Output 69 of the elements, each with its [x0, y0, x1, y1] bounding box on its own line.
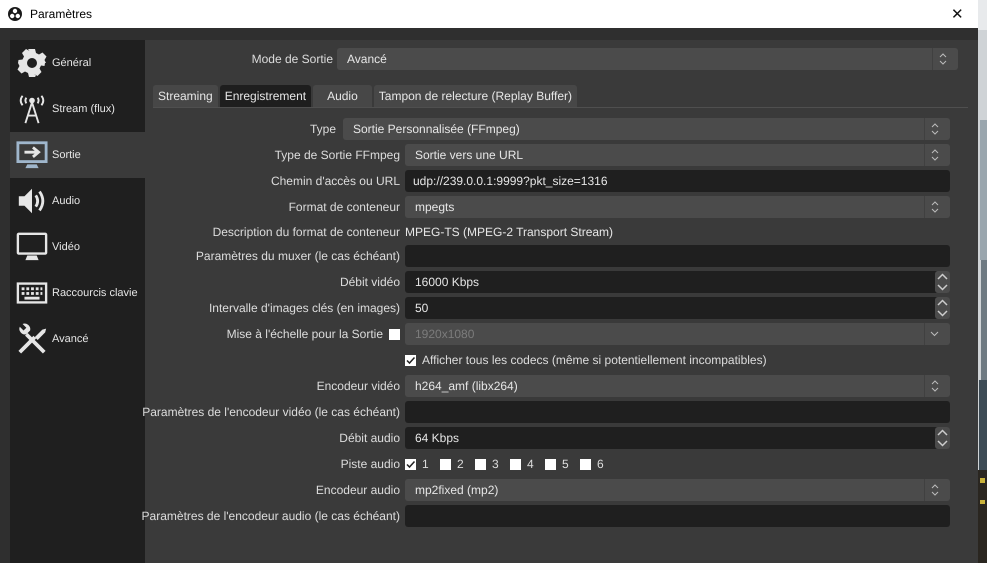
sidebar-item[interactable]: Audio	[10, 178, 145, 224]
checkbox[interactable]	[440, 458, 451, 470]
field-label: Format de conteneur	[288, 200, 400, 214]
tools-icon	[16, 322, 48, 356]
field-label: Paramètres de l'encodeur vidéo (le cas échéant)	[142, 405, 400, 419]
field-label: Piste audio	[340, 457, 400, 471]
dropdown[interactable]: Avancé	[337, 48, 958, 70]
checkbox[interactable]	[405, 354, 416, 366]
sidebar-item[interactable]: Vidéo	[10, 224, 145, 270]
number-field[interactable]: 50	[405, 297, 950, 319]
field-label: Débit vidéo	[340, 275, 400, 289]
dropdown[interactable]: Sortie vers une URL	[405, 144, 950, 166]
field-label: Mode de Sortie	[252, 52, 333, 66]
up-down-arrows-icon	[938, 53, 946, 65]
sidebar-item[interactable]: Général	[10, 40, 145, 86]
up-down-arrows-icon	[930, 123, 938, 135]
gear-icon	[16, 47, 48, 79]
field-label: Encodeur audio	[316, 483, 400, 497]
field-label: Intervalle d'images clés (en images)	[208, 301, 400, 315]
field-value: MPEG-TS (MPEG-2 Transport Stream)	[405, 224, 614, 238]
sidebar-item[interactable]: Raccourcis clavie	[10, 270, 145, 316]
checkbox-label: 4	[527, 457, 534, 471]
checkbox-label: 1	[422, 457, 429, 471]
up-down-arrows-icon	[930, 149, 938, 161]
checkbox-label: 3	[492, 457, 499, 471]
field-label: Description du format de conteneur	[212, 224, 400, 238]
input-field[interactable]	[405, 245, 950, 267]
dropdown[interactable]: h264_amf (libx264)	[405, 375, 950, 397]
up-down-arrows-icon	[930, 201, 938, 213]
dropdown[interactable]: Sortie Personnalisée (FFmpeg)	[343, 118, 950, 140]
checkbox-label: 6	[597, 457, 604, 471]
window-title: Paramètres	[30, 7, 92, 21]
sidebar-item[interactable]: Stream (flux)	[10, 86, 145, 132]
monitor-icon	[16, 231, 48, 263]
field-label: Type de Sortie FFmpeg	[274, 148, 400, 162]
tab[interactable]: Audio	[313, 85, 372, 107]
field-label: Débit audio	[339, 431, 400, 445]
input-field[interactable]	[405, 401, 950, 423]
sidebar-item[interactable]: Sortie	[10, 132, 145, 178]
checkbox-label: Afficher tous les codecs (même si potentiellement incompatibles)	[422, 353, 767, 367]
checkbox[interactable]	[475, 458, 486, 470]
field-label: Encodeur vidéo	[316, 379, 400, 393]
up-down-arrows-icon	[930, 484, 938, 496]
close-button[interactable]: ✕	[947, 5, 968, 23]
number-field[interactable]: 16000 Kbps	[405, 271, 950, 293]
tab[interactable]: Streaming	[153, 85, 218, 107]
checkbox[interactable]	[510, 458, 521, 470]
checkbox-label: 2	[457, 457, 464, 471]
tab[interactable]: Tampon de relecture (Replay Buffer)	[374, 85, 577, 107]
checkbox[interactable]	[545, 458, 556, 470]
checkbox[interactable]	[580, 458, 591, 470]
field-label: Type	[310, 122, 336, 136]
input-field[interactable]: udp://239.0.0.1:9999?pkt_size=1316	[405, 170, 950, 192]
tab[interactable]: Enregistrement	[220, 85, 312, 107]
chevron-down-icon	[930, 331, 939, 337]
number-field[interactable]: 64 Kbps	[405, 427, 950, 449]
field-label: Paramètres de l'encodeur audio (le cas échéant)	[142, 509, 400, 523]
up-down-arrows-icon	[930, 380, 938, 392]
field-label: Paramètres du muxer (le cas échéant)	[196, 249, 400, 263]
checkbox[interactable]	[405, 458, 416, 470]
checkbox-label: 5	[562, 457, 569, 471]
app-logo-icon	[8, 7, 22, 21]
dropdown[interactable]: mpegts	[405, 196, 950, 218]
monitor-arrow-icon	[16, 139, 48, 171]
field-label: Chemin d'accès ou URL	[270, 174, 400, 188]
sidebar-item[interactable]: Avancé	[10, 316, 145, 362]
field-label: Mise à l'échelle pour la Sortie	[226, 327, 383, 341]
input-field[interactable]	[405, 505, 950, 527]
dropdown[interactable]: mp2fixed (mp2)	[405, 479, 950, 501]
